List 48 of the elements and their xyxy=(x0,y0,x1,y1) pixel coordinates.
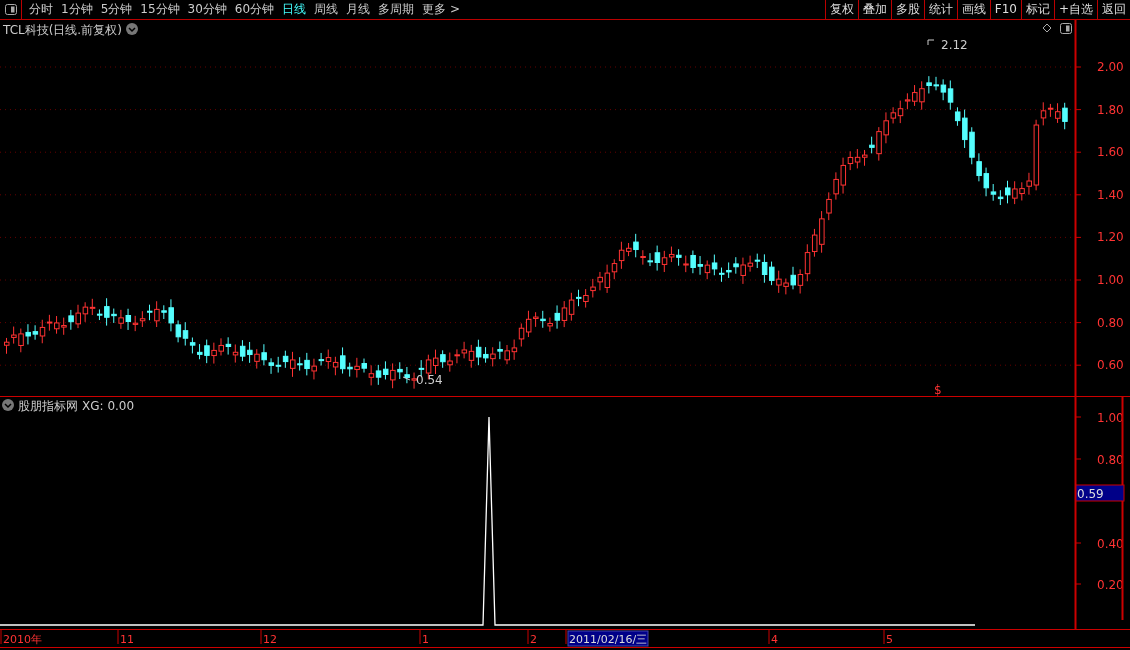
period-tab[interactable]: 月线 xyxy=(342,0,375,19)
price-axis-label: 1.20 xyxy=(1097,230,1124,245)
chart-title: TCL科技(日线.前复权) xyxy=(3,23,122,37)
period-tab[interactable]: 15分钟 xyxy=(136,0,184,19)
period-tab[interactable]: 5分钟 xyxy=(96,0,137,19)
date-axis-label: 4 xyxy=(771,633,778,646)
toolbar-button[interactable]: 标记 xyxy=(1020,0,1054,19)
diamond-icon[interactable] xyxy=(1042,23,1052,33)
signal-marker: $ xyxy=(934,383,942,397)
date-cursor-label: 2011/02/16/三 xyxy=(567,630,649,647)
toolbar-button[interactable]: 返回 xyxy=(1097,0,1130,19)
period-tab[interactable]: 日线 xyxy=(278,0,311,19)
toolbar-button[interactable]: 复权 xyxy=(824,0,858,19)
date-axis-label: 11 xyxy=(120,633,134,646)
indicator-reading: XG: 0.00 xyxy=(82,399,135,413)
date-axis-label: 12 xyxy=(263,633,277,646)
price-axis-label: 0.80 xyxy=(1097,315,1124,330)
cursor-value-label: 0.59 xyxy=(1075,484,1125,502)
panel-toggle-icon[interactable] xyxy=(4,4,17,15)
indicator-title: 股朋指标网 xyxy=(18,399,78,413)
date-axis-label: 2010年 xyxy=(3,633,42,646)
dropdown-icon[interactable] xyxy=(2,399,14,411)
toolbar-button[interactable]: F10 xyxy=(989,0,1021,19)
toolbar-button[interactable]: 统计 xyxy=(923,0,957,19)
toolbar-button[interactable]: 画线 xyxy=(956,0,990,19)
low-price-label: 0.54 xyxy=(402,373,443,387)
dropdown-icon[interactable] xyxy=(126,23,138,35)
price-axis-label: 0.60 xyxy=(1097,358,1124,373)
date-axis-label: 1 xyxy=(422,633,429,646)
period-tab[interactable]: 1分钟 xyxy=(57,0,97,19)
date-axis-label: 2 xyxy=(530,633,537,646)
price-axis-label: 1.60 xyxy=(1097,145,1124,160)
period-tab[interactable]: 分时 xyxy=(25,0,57,19)
toolbar-button[interactable]: 多股 xyxy=(890,0,924,19)
period-tab[interactable]: 更多 > xyxy=(418,0,464,19)
price-axis-label: 2.00 xyxy=(1097,60,1124,74)
price-axis-label: 1.80 xyxy=(1097,102,1124,117)
date-axis-label: 5 xyxy=(886,633,893,646)
toolbar-button[interactable]: +自选 xyxy=(1053,0,1097,19)
period-tab[interactable]: 周线 xyxy=(310,0,343,19)
period-tab[interactable]: 30分钟 xyxy=(183,0,231,19)
high-price-label: 2.12 xyxy=(927,38,968,52)
panel-toggle-icon[interactable] xyxy=(1060,23,1072,34)
period-tab[interactable]: 多周期 xyxy=(374,0,419,19)
price-axis-label: 1.40 xyxy=(1097,187,1124,202)
price-axis-label: 1.00 xyxy=(1097,273,1124,287)
period-tab[interactable]: 60分钟 xyxy=(230,0,279,19)
toolbar-button[interactable]: 叠加 xyxy=(857,0,891,19)
